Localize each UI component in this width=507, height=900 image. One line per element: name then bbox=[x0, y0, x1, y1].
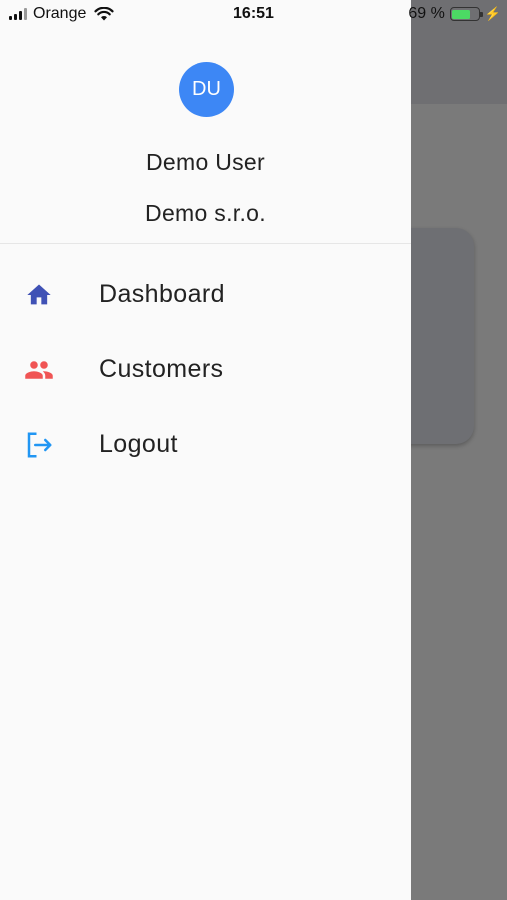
people-icon bbox=[24, 355, 54, 385]
status-right: 69 % ⚡ bbox=[408, 5, 501, 23]
company-name: Demo s.r.o. bbox=[145, 200, 266, 226]
drawer-item-label: Dashboard bbox=[99, 280, 225, 308]
charging-bolt-icon: ⚡ bbox=[484, 6, 501, 21]
navigation-drawer: DU Demo User Demo s.r.o. Dashboard Custo… bbox=[0, 0, 411, 900]
drawer-item-label: Logout bbox=[99, 430, 178, 458]
drawer-item-customers[interactable]: Customers bbox=[0, 332, 411, 407]
drawer-item-logout[interactable]: Logout bbox=[0, 407, 411, 482]
battery-icon bbox=[449, 7, 483, 21]
drawer-menu: Dashboard Customers Logout bbox=[0, 257, 411, 482]
drawer-header: DU Demo User Demo s.r.o. bbox=[0, 0, 411, 244]
logout-icon bbox=[24, 430, 54, 460]
drawer-item-dashboard[interactable]: Dashboard bbox=[0, 257, 411, 332]
drawer-item-label: Customers bbox=[99, 355, 224, 383]
user-name: Demo User bbox=[145, 149, 265, 175]
avatar[interactable]: DU bbox=[179, 62, 234, 117]
battery-percent: 69 % bbox=[408, 5, 445, 22]
battery-fill bbox=[452, 9, 470, 19]
home-icon bbox=[24, 280, 54, 310]
status-bar: Orange 16:51 69 % ⚡ bbox=[0, 0, 507, 30]
screen: Orange 16:51 69 % ⚡ DU Demo User Demo s.… bbox=[0, 0, 507, 900]
